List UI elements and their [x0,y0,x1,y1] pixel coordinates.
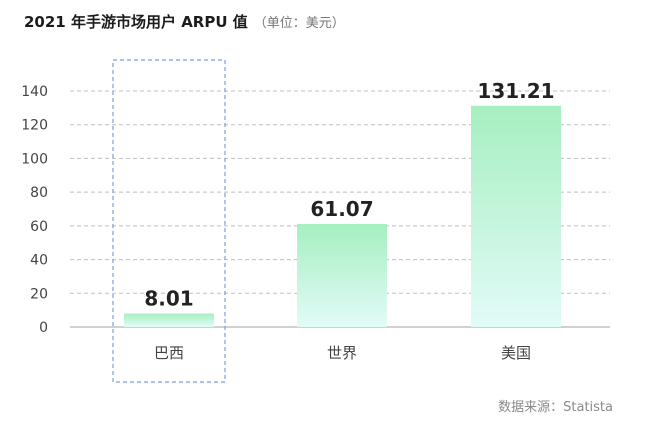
x-tick-label: 世界 [327,344,357,362]
bar-2 [471,105,561,327]
y-tick-label: 0 [39,320,48,336]
y-tick-label: 60 [30,219,48,235]
y-axis-ticks: 0 20 40 60 80 100 120 140 [21,84,48,336]
data-source: 数据来源：Statista [498,400,613,415]
y-tick-label: 100 [21,151,48,167]
y-tick-label: 20 [30,286,48,302]
x-tick-label: 美国 [501,344,531,362]
y-tick-label: 140 [21,84,48,100]
value-label: 8.01 [144,286,193,310]
y-tick-label: 40 [30,253,48,269]
bar-0 [124,313,214,327]
x-axis-ticks: 巴西 世界 美国 [154,344,531,362]
y-tick-label: 80 [30,185,48,201]
bar-chart: 8.01 61.07 131.21 0 20 40 60 80 100 120 140 巴西 世界 美… [21,59,610,383]
bar-1 [297,224,387,327]
value-label: 61.07 [310,197,373,221]
y-tick-label: 120 [21,118,48,134]
value-label: 131.21 [477,79,554,103]
x-tick-label: 巴西 [154,344,184,362]
highlight-box [112,59,226,383]
highlight-layer [112,59,226,383]
